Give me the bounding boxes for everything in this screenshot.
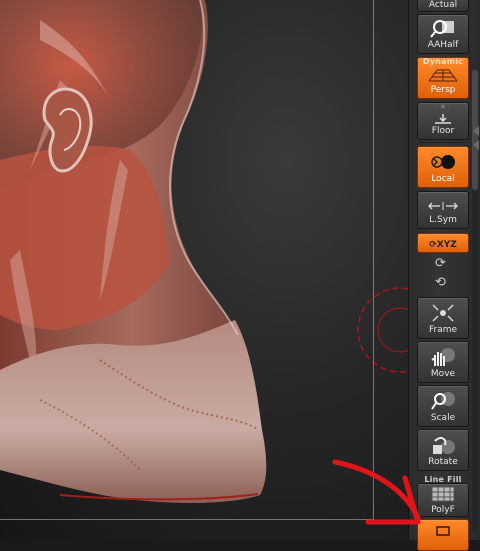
move-button[interactable]: Move: [417, 341, 469, 383]
local-button[interactable]: Local: [417, 146, 469, 188]
persp-button[interactable]: Dynamic Persp: [417, 57, 469, 99]
floor-icon: [435, 114, 451, 124]
move-hand-icon: [431, 348, 455, 366]
xyz-rotate-label: ⟳XYZ: [429, 240, 457, 250]
frame-label: Frame: [428, 325, 458, 335]
local-symmetry-icon: [431, 155, 455, 169]
line-fill-tag: Line Fill: [424, 475, 462, 484]
rotation-gizmo[interactable]: [0, 0, 408, 540]
persp-label: Persp: [430, 85, 456, 95]
frame-guide-horizontal: [0, 519, 374, 520]
lsym-button[interactable]: L.Sym: [417, 191, 469, 229]
actual-label: Actual: [428, 0, 458, 10]
shelf-collapse-arrow-icon[interactable]: [473, 126, 479, 136]
rotate-label: Rotate: [428, 457, 458, 467]
move-label: Move: [430, 369, 456, 379]
transparency-icon: [436, 526, 450, 536]
frame-guide-vertical: [373, 0, 374, 520]
frame-button[interactable]: Frame: [417, 297, 469, 339]
aahalf-label: AAHalf: [427, 40, 459, 50]
y-rotate-icon[interactable]: ⟳: [435, 256, 446, 271]
shelf-collapse-arrow-icon[interactable]: [473, 140, 479, 150]
lsym-label: L.Sym: [429, 215, 457, 225]
polyf-button[interactable]: Line Fill PolyF: [417, 475, 469, 517]
xyz-dots-icon: · ✕ ·: [435, 103, 451, 111]
magnify-icon: [430, 20, 454, 38]
dynamic-tag: Dynamic: [422, 57, 464, 66]
3d-viewport[interactable]: [0, 0, 408, 540]
shelf-divider: [419, 142, 465, 143]
rotate-button[interactable]: Rotate: [417, 429, 469, 471]
scale-magnify-icon: [431, 392, 455, 410]
scale-label: Scale: [430, 413, 456, 423]
rotate-icon: [433, 437, 455, 454]
scale-button[interactable]: Scale: [417, 385, 469, 427]
z-rotate-icon[interactable]: ⟲: [435, 275, 446, 290]
perspective-grid-icon: [428, 69, 458, 82]
right-shelf: Actual AAHalf Dynamic Persp · ✕ · Floor: [408, 0, 480, 551]
floor-button[interactable]: · ✕ · Floor: [417, 102, 469, 140]
polyf-label: PolyF: [431, 505, 455, 515]
xyz-button[interactable]: ⟳XYZ: [417, 233, 469, 253]
actual-button[interactable]: Actual: [417, 0, 469, 12]
xyz-label: XYZ: [436, 240, 457, 250]
aahalf-button[interactable]: AAHalf: [417, 14, 469, 54]
frame-icon: [432, 304, 454, 322]
local-label: Local: [431, 174, 455, 184]
polyframe-grid-icon: [431, 486, 455, 502]
symmetry-arrows-icon: [428, 202, 458, 210]
transp-button[interactable]: [417, 519, 469, 551]
floor-label: Floor: [431, 126, 455, 136]
